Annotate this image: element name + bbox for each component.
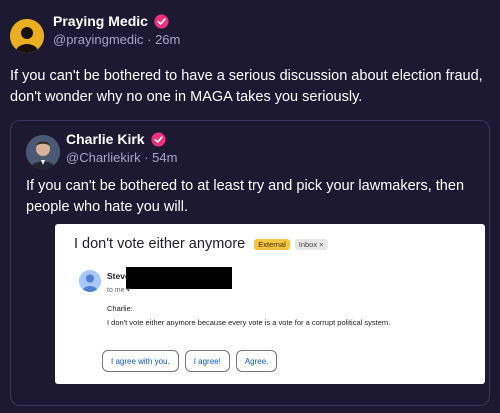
person-photo-icon <box>26 135 60 169</box>
smart-replies: I agree with you. I agree! Agree. <box>102 350 278 372</box>
post-text: If you can't be bothered to have a serio… <box>10 68 483 105</box>
verified-badge-icon <box>151 131 166 147</box>
default-user-icon <box>79 270 101 292</box>
silhouette-icon <box>10 19 44 53</box>
quoted-name-row: Charlie Kirk <box>66 131 177 147</box>
quoted-header: Charlie Kirk @Charliekirk · 54m <box>66 131 177 165</box>
smart-reply-button[interactable]: I agree with you. <box>102 350 179 372</box>
sender-avatar <box>79 270 101 292</box>
verified-badge-icon <box>154 13 169 29</box>
smart-reply-button[interactable]: I agree! <box>184 350 230 372</box>
inbox-label-chip[interactable]: Inbox × <box>294 238 328 250</box>
post: Praying Medic @prayingmedic · 26m If you… <box>0 0 500 413</box>
author-avatar[interactable] <box>10 19 44 53</box>
email-subject: I don't vote either anymore <box>74 236 246 252</box>
redaction-box <box>126 267 232 289</box>
quoted-text: If you can't be bothered to at least try… <box>26 178 465 215</box>
author-name-row: Praying Medic <box>53 13 180 29</box>
recipient-dropdown[interactable]: to me ▾ <box>107 286 130 294</box>
quoted-author-avatar[interactable] <box>26 135 60 169</box>
email-body: I don't vote either anymore because ever… <box>107 318 391 327</box>
email-greeting: Charlie: <box>107 304 133 313</box>
author-name[interactable]: Praying Medic <box>53 13 148 29</box>
email-screenshot[interactable]: I don't vote either anymore External Inb… <box>55 224 485 384</box>
email-subject-row: I don't vote either anymore External Inb… <box>74 236 328 252</box>
smart-reply-button[interactable]: Agree. <box>235 350 278 372</box>
quoted-handle-time: @Charliekirk · 54m <box>66 150 178 165</box>
quoted-author-name[interactable]: Charlie Kirk <box>66 131 145 147</box>
quoted-post[interactable]: Charlie Kirk @Charliekirk · 54m If you c… <box>10 120 490 406</box>
external-tag: External <box>254 238 290 250</box>
post-header: Praying Medic @prayingmedic · 26m <box>53 13 180 47</box>
author-handle-time: @prayingmedic · 26m <box>53 32 181 47</box>
